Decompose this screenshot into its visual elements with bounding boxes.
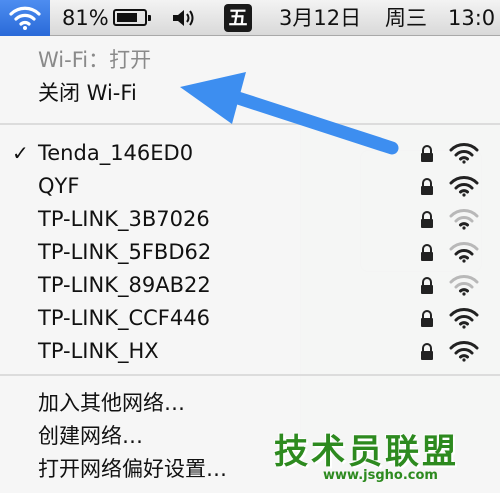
open-network-preferences-label: 打开网络偏好设置… (38, 457, 227, 481)
input-method-icon[interactable]: 五 (224, 4, 252, 32)
network-name: TP-LINK_5FBD62 (38, 240, 212, 264)
network-name: TP-LINK_HX (38, 339, 159, 363)
network-item[interactable]: TP-LINK_89AB22 (0, 269, 500, 302)
wifi-menu-extra[interactable] (0, 0, 50, 36)
network-name: QYF (38, 174, 80, 198)
lock-icon (421, 244, 433, 261)
watermark-url: www.jsgho.com (323, 468, 438, 483)
menubar-clock[interactable]: 13:0 (448, 0, 495, 36)
separator (0, 123, 500, 125)
network-name: Tenda_146ED0 (38, 141, 194, 165)
wifi-status-label: Wi-Fi：打开 (38, 48, 152, 72)
join-other-network-label: 加入其他网络… (38, 391, 185, 415)
network-name: TP-LINK_89AB22 (38, 273, 211, 297)
checkmark-icon: ✓ (12, 141, 29, 165)
separator (0, 374, 500, 376)
lock-icon (421, 145, 433, 162)
lock-icon (421, 343, 433, 360)
network-item[interactable]: QYF (0, 170, 500, 203)
menubar-weekday[interactable]: 周三 (385, 0, 427, 36)
lock-icon (421, 211, 433, 228)
wifi-signal-icon (449, 275, 479, 296)
wifi-icon (9, 6, 41, 30)
turn-off-wifi-item[interactable]: 关闭 Wi-Fi (0, 77, 500, 110)
battery-fill (117, 13, 137, 22)
menu-bar: 81% 五 3月12日 周三 13:0 (0, 0, 500, 36)
network-item[interactable]: TP-LINK_5FBD62 (0, 236, 500, 269)
network-item[interactable]: ✓ Tenda_146ED0 (0, 137, 500, 170)
create-network-label: 创建网络… (38, 424, 143, 448)
wifi-status-row: Wi-Fi：打开 (0, 44, 500, 77)
watermark-logo: 技术员联盟 www.jsgho.com (268, 428, 498, 492)
network-name: TP-LINK_3B7026 (38, 207, 210, 231)
turn-off-wifi-label: 关闭 Wi-Fi (38, 81, 137, 105)
network-item[interactable]: TP-LINK_3B7026 (0, 203, 500, 236)
watermark-brand: 技术员联盟 (274, 432, 459, 472)
join-other-network-item[interactable]: 加入其他网络… (0, 387, 500, 420)
lock-icon (421, 310, 433, 327)
wifi-signal-icon (449, 308, 479, 329)
battery-icon[interactable] (113, 9, 151, 26)
battery-percent[interactable]: 81% (62, 0, 109, 36)
lock-icon (421, 277, 433, 294)
wifi-signal-icon (449, 176, 479, 197)
wifi-signal-icon (449, 143, 479, 164)
network-item[interactable]: TP-LINK_CCF446 (0, 302, 500, 335)
wifi-signal-icon (449, 242, 479, 263)
volume-icon[interactable] (172, 8, 196, 28)
network-name: TP-LINK_CCF446 (38, 306, 210, 330)
wifi-signal-icon (449, 341, 479, 362)
lock-icon (421, 178, 433, 195)
wifi-signal-icon (449, 209, 479, 230)
network-item[interactable]: TP-LINK_HX (0, 335, 500, 368)
menubar-date[interactable]: 3月12日 (279, 0, 361, 36)
